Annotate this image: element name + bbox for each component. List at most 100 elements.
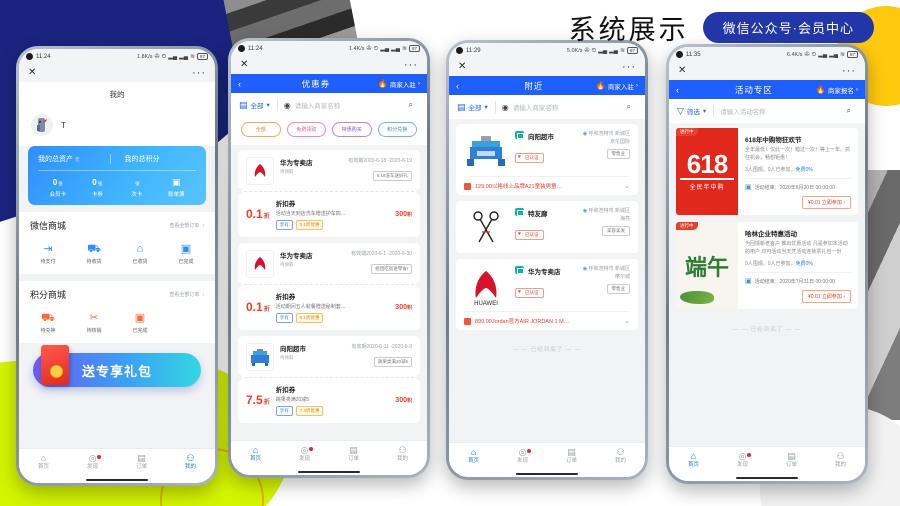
chevron-right-icon-5: › [855,86,858,93]
navbar-nearby: ‹ 附近 🔥 商家入驻 › [449,76,645,95]
tab-home-label: 首页 [37,464,49,471]
close-icon[interactable]: ✕ [28,68,36,78]
back-icon[interactable]: ‹ [238,79,254,89]
points-status-verify[interactable]: ✂ 待核销 [71,312,117,334]
tab-discover[interactable]: ◎ 发现 [280,445,329,463]
tab-discover[interactable]: ◎ 发现 [498,447,547,465]
more-icon-2[interactable]: ··· [404,59,418,71]
chip-points[interactable]: 积分兑换 [377,122,417,137]
coupon-shop-status: 待领取 [280,355,294,360]
calendar-icon: ▣ [745,184,752,191]
coupon-validity: 有效期2020-6-18 -2020-6-19 [348,158,412,164]
more-icon-4[interactable]: ··· [842,65,856,77]
compass-icon: ◎ [88,453,97,464]
search-bar-activity[interactable]: 请输入活动名称 ⌕ [714,106,857,116]
huawei-logo: HUAWEI [464,266,508,306]
red-envelope-icon [41,345,69,385]
shop-product-row[interactable]: 899.00Jordan官方AIR JORDAN 1 M… ⌄ [464,311,630,325]
close-icon-4[interactable]: ✕ [678,66,686,76]
activity-status-ribbon: 进行中 [676,128,698,136]
coupon-card[interactable]: 华为专卖店 待领取 有效期2020-6-1 -2020-6-30 组团吃饭送零食… [238,243,420,330]
shop-product: 899.00Jordan官方AIR JORDAN 1 M… [475,319,570,325]
shop-card[interactable]: 特友廊 ◉ 呼和浩特市 新城区 海亮 已认证 美容美发 [456,201,638,253]
search-bar-merchant[interactable]: ◉ 请输入商家名称 ⌕ [278,100,419,110]
filter-dropdown[interactable]: ▽ 筛选 ▾ [677,106,713,117]
shop-card[interactable]: HUAWEI 华为专卖店 ◉ 呼和浩特市 新城区 摩尔城 ♥ 已认证 零售业 8… [456,259,638,330]
tab-home[interactable]: ⌂ 首页 [669,451,718,469]
search-icon-2[interactable]: ⌕ [627,102,631,112]
tab-mine[interactable]: ⚇ 我的 [378,445,427,463]
more-icon[interactable]: ··· [192,67,206,79]
tab-discover[interactable]: ◎ 发现 [68,453,117,471]
back-icon-3[interactable]: ‹ [676,85,692,95]
chip-special[interactable]: 特惠购买 [332,122,372,137]
search-icon[interactable]: ⌕ [409,100,413,110]
funnel-icon: ▽ [677,105,684,116]
points-status-redeem[interactable]: ⛟ 待兑换 [25,312,71,334]
category-dropdown-2[interactable]: ▤ 全部 ▾ [457,102,495,113]
order-status-completed[interactable]: ▣ 已完成 [163,243,209,265]
avatar[interactable] [31,114,53,136]
nearby-shop-list: 向阳超市 ◉ 呼和浩特市 新城区 京伦国际 已认证 零售业 [449,119,645,367]
tab-mine[interactable]: ⚇ 我的 [166,453,215,471]
shop-product-row[interactable]: 129.00以格线上品牌A21童装男童… ⌄ [464,176,630,190]
battery-level: 87 [196,53,208,60]
activity-join-button[interactable]: ¥0.01 立即参加 › [802,290,851,303]
close-icon-2[interactable]: ✕ [240,60,248,70]
tab-orders[interactable]: ▤ 订单 [767,451,816,469]
coupon-card[interactable]: 华为专卖店 待领取 有效期2020-6-18 -2020-6-19 6.18洗车… [238,150,420,237]
chevron-down-icon-3[interactable]: ⌄ [624,182,630,190]
coupon-shop-status: 待领取 [280,169,294,174]
coupon-card[interactable]: 向阳超市 待领取 有效期2020-6-11 -2020-9-9 跳果类满20减5… [238,336,420,423]
search-bar-merchant-2[interactable]: ◉ 请输入商家名称 ⌕ [496,102,637,112]
tab-mine[interactable]: ⚇ 我的 [816,451,865,469]
close-icon-3[interactable]: ✕ [458,62,466,72]
back-icon-2[interactable]: ‹ [456,81,472,91]
view-all-orders-wechat[interactable]: 查看全部订单 › [169,222,204,230]
coupon-tag-discount: 7.5折优惠 [295,406,324,416]
merchant-entry-button[interactable]: 🔥 商家入驻 › [378,79,420,89]
activity-card[interactable]: 进行中 端午 哈林企业特惠活动 为回馈新老客户 推出优惠活动 凡是参加本活动的用… [676,222,858,309]
tab-home[interactable]: ⌂ 首页 [231,445,280,463]
activity-card[interactable]: 进行中 618 全民年中购 618年中购物狂欢节 全年最低！仅此一次！错过一次！… [676,128,858,215]
asset-item-membercard[interactable]: 0张 会员卡 [38,178,78,198]
user-row[interactable]: T [19,108,215,146]
search-input-placeholder[interactable]: 请输入商家名称 [295,100,405,110]
activity-join-button[interactable]: ¥0.01 立即参加 › [802,196,851,209]
view-all-orders-points[interactable]: 查看全部订单 › [169,291,204,299]
tab-orders[interactable]: ▤ 订单 [117,453,166,471]
points-status-completed[interactable]: ▣ 已完成 [117,312,163,334]
search-input-placeholder-2[interactable]: 请输入商家名称 [513,102,623,112]
shop-area: 摩尔城 [614,273,630,280]
tab-orders[interactable]: ▤ 订单 [547,447,596,465]
asset-item-billbook[interactable]: ▣ 账单簿 [157,178,197,199]
shop-card[interactable]: 向阳超市 ◉ 呼和浩特市 新城区 京伦国际 已认证 零售业 [456,124,638,195]
asset-item-coupon[interactable]: 0张 卡券 [78,178,118,198]
more-icon-3[interactable]: ··· [622,61,636,73]
tab-home[interactable]: ⌂ 首页 [449,447,498,465]
search-icon-3[interactable]: ⌕ [847,106,851,116]
search-input-placeholder-3[interactable]: 请输入活动名称 [720,106,842,116]
order-status-received[interactable]: ⌂ 已收货 [117,243,163,265]
tab-orders[interactable]: ▤ 订单 [329,445,378,463]
asset-card[interactable]: 我的总资产元 我的总积分 0张 会员卡 0张 卡券 张 次卡 ▣ 账单簿 [28,146,206,205]
merchant-signup-button[interactable]: 🔥 商家报名 › [816,85,858,95]
chip-all[interactable]: 全部 [241,122,281,137]
gift-package-button[interactable]: 送专享礼包 [33,345,201,387]
chip-free[interactable]: 免费领取 [286,122,326,137]
merchant-entry-button-2[interactable]: 🔥 商家入驻 › [596,81,638,91]
points-unit: 积 [406,304,412,311]
home-icon: ⌂ [40,453,47,464]
category-dropdown[interactable]: ▤ 全部 ▾ [239,100,277,111]
tab-home[interactable]: ⌂ 首页 [19,453,68,471]
asset-item-timescard[interactable]: 张 次卡 [117,178,157,198]
order-status-unpaid[interactable]: ⇥ 待支付 [25,243,71,265]
tab-discover[interactable]: ◎ 发现 [718,451,767,469]
order-status-shipping[interactable]: ⛟ 待收货 [71,243,117,265]
network-speed-4: 6.4K/s [786,51,803,58]
notification-dot [96,455,101,460]
chevron-down-icon-4[interactable]: ⌄ [624,317,630,325]
fire-icon: 🔥 [377,79,388,88]
tab-mine[interactable]: ⚇ 我的 [596,447,645,465]
coupon-validity: 有效期2020-6-1 -2020-6-30 [351,251,412,257]
